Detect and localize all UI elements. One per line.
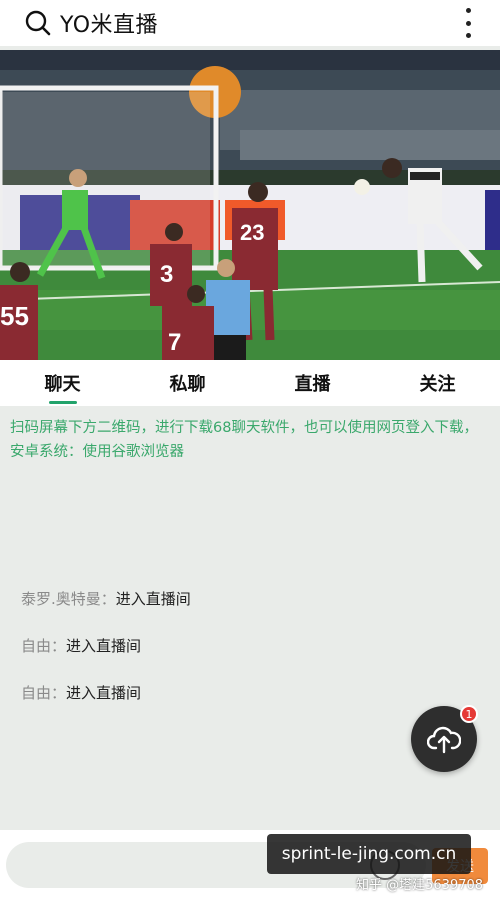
active-tab-indicator	[48, 401, 77, 404]
notification-badge: 1	[460, 705, 478, 723]
tab-chat[interactable]: 聊天	[0, 360, 125, 406]
player-number-23: 23	[240, 220, 264, 245]
more-options-icon[interactable]	[462, 8, 474, 38]
live-video-player[interactable]: FX 55 3 23 7	[0, 50, 500, 360]
tab-label: 关注	[419, 374, 456, 395]
message-text: 进入直播间	[66, 637, 142, 655]
chat-message: 泰罗.奥特曼：进入直播间	[21, 588, 191, 609]
player-number-55: 55	[0, 301, 29, 331]
zhihu-watermark: 知乎 @塔建5639708	[356, 878, 484, 893]
message-text: 进入直播间	[115, 590, 191, 608]
tab-label: 私聊	[169, 374, 206, 395]
download-notice: 扫码屏幕下方二维码，进行下载68聊天软件，也可以使用网页登入下载，安卓系统：使用…	[10, 420, 478, 460]
watermark-overlay: sprint-le-jing.com.cn	[267, 834, 471, 874]
player-number-7: 7	[168, 329, 181, 356]
search-icon[interactable]	[24, 9, 52, 37]
message-user: 自由：	[21, 637, 67, 655]
chat-message: 自由：进入直播间	[21, 635, 141, 656]
cloud-upload-icon	[427, 726, 461, 754]
tab-live[interactable]: 直播	[250, 360, 375, 406]
tab-private-chat[interactable]: 私聊	[125, 360, 250, 406]
tab-label: 聊天	[44, 374, 81, 395]
tab-bar: 聊天 私聊 直播 关注	[0, 360, 500, 406]
message-user: 泰罗.奥特曼：	[21, 590, 116, 608]
chat-message: 自由：进入直播间	[21, 682, 141, 703]
tab-follow[interactable]: 关注	[375, 360, 500, 406]
player-number-3: 3	[160, 261, 173, 288]
app-title: YO米直播	[60, 13, 159, 38]
top-bar: YO米直播	[0, 0, 500, 46]
message-user: 自由：	[21, 684, 67, 702]
tab-label: 直播	[294, 374, 331, 395]
message-text: 进入直播间	[66, 684, 142, 702]
